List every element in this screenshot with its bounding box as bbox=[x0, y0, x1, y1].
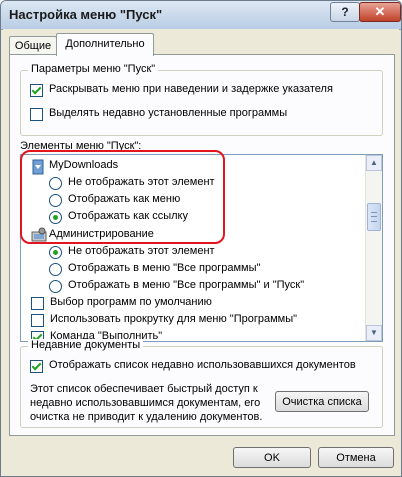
title-bar[interactable]: Настройка меню "Пуск" ? ✕ bbox=[1, 1, 401, 30]
admin-radio-all-and-start[interactable] bbox=[49, 280, 62, 293]
scroll-grip-icon bbox=[371, 212, 377, 222]
scroll-down-arrow[interactable]: ▼ bbox=[366, 325, 382, 341]
default-programs-checkbox[interactable] bbox=[31, 297, 44, 310]
dialog-window: Настройка меню "Пуск" ? ✕ Общие Дополнит… bbox=[0, 0, 402, 477]
admin-radio-hide[interactable] bbox=[49, 246, 62, 259]
hover-open-checkbox[interactable] bbox=[30, 84, 43, 97]
mydownloads-label: MyDownloads bbox=[49, 159, 119, 171]
admin-tools-icon bbox=[31, 227, 47, 242]
default-programs-label: Выбор программ по умолчанию bbox=[50, 296, 212, 308]
mydownloads-option-link-label: Отображать как ссылку bbox=[68, 210, 188, 222]
admin-radio-all-programs[interactable] bbox=[49, 263, 62, 276]
mydownloads-option-hide-label: Не отображать этот элемент bbox=[68, 176, 215, 188]
ok-button[interactable]: OK bbox=[233, 447, 311, 468]
highlight-new-checkbox[interactable] bbox=[30, 108, 43, 121]
mydownloads-option-menu-label: Отображать как меню bbox=[68, 193, 181, 205]
recent-docs-note: Этот список обеспечивает быстрый доступ … bbox=[30, 383, 263, 423]
scroll-programs-label: Использовать прокрутку для меню "Програм… bbox=[50, 313, 298, 325]
highlight-new-label: Выделять недавно установленные программы bbox=[49, 107, 288, 119]
help-button[interactable]: ? bbox=[330, 2, 360, 22]
clear-list-button[interactable]: Очистка списка bbox=[275, 391, 369, 412]
scroll-programs-checkbox[interactable] bbox=[31, 314, 44, 327]
admin-label: Администрирование bbox=[49, 228, 154, 240]
mydownloads-radio-hide[interactable] bbox=[49, 177, 62, 190]
mydownloads-radio-link[interactable] bbox=[49, 211, 62, 224]
tab-advanced[interactable]: Дополнительно bbox=[56, 33, 154, 56]
hover-open-label: Раскрывать меню при наведении и задержке… bbox=[49, 83, 333, 95]
scroll-thumb[interactable] bbox=[367, 203, 381, 231]
admin-option-all-and-start-label: Отображать в меню "Все программы" и "Пус… bbox=[68, 279, 305, 291]
recent-docs-group: Недавние документы Отображать список нед… bbox=[20, 339, 383, 428]
window-title: Настройка меню "Пуск" bbox=[9, 7, 163, 22]
mydownloads-radio-menu[interactable] bbox=[49, 194, 62, 207]
admin-option-all-programs-label: Отображать в меню "Все программы" bbox=[68, 262, 261, 274]
scroll-up-arrow[interactable]: ▲ bbox=[366, 155, 382, 171]
start-menu-items-list[interactable]: MyDownloads Не отображать этот элемент О… bbox=[20, 154, 383, 342]
recent-docs-checkbox[interactable] bbox=[30, 360, 43, 373]
admin-option-hide-label: Не отображать этот элемент bbox=[68, 245, 215, 257]
recent-docs-legend: Недавние документы bbox=[28, 339, 144, 351]
recent-docs-label: Отображать список недавно использовавших… bbox=[49, 359, 356, 371]
dialog-client: Общие Дополнительно Параметры меню "Пуск… bbox=[3, 29, 399, 474]
start-menu-params-group: Параметры меню "Пуск" Раскрывать меню пр… bbox=[20, 63, 383, 136]
start-menu-params-legend: Параметры меню "Пуск" bbox=[28, 63, 159, 75]
close-button[interactable]: ✕ bbox=[359, 2, 401, 22]
tab-panel-advanced: Параметры меню "Пуск" Раскрывать меню пр… bbox=[9, 54, 395, 436]
tab-general[interactable]: Общие bbox=[9, 36, 57, 55]
list-scrollbar[interactable]: ▲ ▼ bbox=[365, 155, 382, 341]
start-menu-items-caption: Элементы меню "Пуск": bbox=[20, 140, 142, 152]
cancel-button[interactable]: Отмена bbox=[318, 447, 394, 468]
downloads-icon bbox=[32, 159, 44, 175]
